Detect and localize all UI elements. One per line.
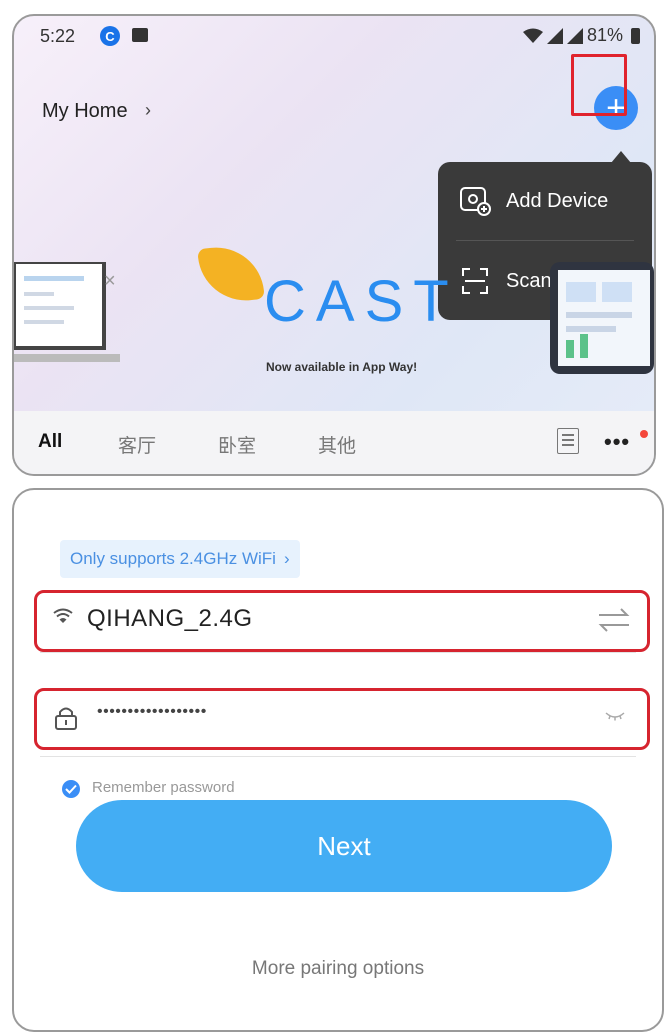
tab-bedroom[interactable]: 卧室 (218, 431, 256, 458)
divider (40, 756, 636, 757)
menu-item-label: Add Device (506, 189, 609, 212)
divider (40, 652, 636, 653)
highlight-box (571, 54, 627, 116)
home-selector[interactable]: My Home (42, 100, 128, 123)
check-icon (65, 784, 77, 794)
tab-living-room[interactable]: 客厅 (118, 431, 156, 458)
password-field[interactable]: •••••••••••••••••• (34, 688, 650, 750)
more-pairing-options-link[interactable]: More pairing options (14, 958, 662, 980)
add-device-icon (458, 184, 492, 218)
chevron-right-icon: › (283, 549, 290, 568)
app-notification-icon: C (100, 26, 120, 46)
menu-divider (456, 240, 634, 241)
cell-signal-icon-2 (566, 27, 583, 44)
wifi-icon (53, 608, 73, 623)
status-right-group: 81% (522, 25, 640, 46)
wifi-hint-text: Only supports 2.4GHz WiFi (70, 549, 276, 568)
cast-leaf-logo-icon (197, 242, 265, 306)
remember-password-label[interactable]: Remember password (92, 779, 235, 796)
remember-password-checkbox[interactable] (62, 780, 80, 798)
more-options-icon[interactable]: ••• (604, 429, 630, 455)
banner-subtitle: Now available in App Way! (266, 360, 418, 374)
close-icon[interactable]: × (104, 270, 116, 293)
eye-closed-icon[interactable] (605, 711, 625, 721)
battery-percent: 81% (586, 25, 623, 45)
next-button[interactable]: Next (76, 800, 612, 892)
cell-signal-icon (546, 27, 563, 44)
lock-icon (55, 707, 77, 730)
promo-banner[interactable]: × CAST Now available in App Way! (14, 242, 654, 406)
home-screen-panel: 5:22 C 81% My Home › + Add Device Scan ×… (12, 14, 656, 476)
status-bar: 5:22 C 81% (14, 16, 654, 58)
list-view-icon[interactable] (557, 428, 579, 454)
cast-logo-text: CAST (264, 269, 459, 334)
tablet-illustration-icon (550, 262, 654, 374)
tab-all[interactable]: All (38, 431, 62, 453)
room-tabs: All 客厅 卧室 其他 ••• (14, 411, 654, 474)
image-notification-icon (132, 28, 148, 42)
password-value: •••••••••••••••••• (97, 703, 207, 720)
status-time: 5:22 (40, 26, 76, 46)
wifi-signal-icon (522, 28, 543, 43)
wifi-ssid-field[interactable]: QIHANG_2.4G (34, 590, 650, 652)
battery-icon (631, 27, 640, 44)
chevron-right-icon[interactable]: › (145, 100, 151, 121)
menu-item-add-device[interactable]: Add Device (438, 162, 652, 240)
wifi-ssid-value: QIHANG_2.4G (87, 605, 253, 632)
tab-other[interactable]: 其他 (318, 431, 356, 458)
wifi-setup-panel: Only supports 2.4GHz WiFi › QIHANG_2.4G … (12, 488, 664, 1032)
notification-dot (640, 430, 648, 438)
wifi-hint-link[interactable]: Only supports 2.4GHz WiFi › (60, 540, 300, 578)
switch-network-icon[interactable] (597, 607, 631, 633)
